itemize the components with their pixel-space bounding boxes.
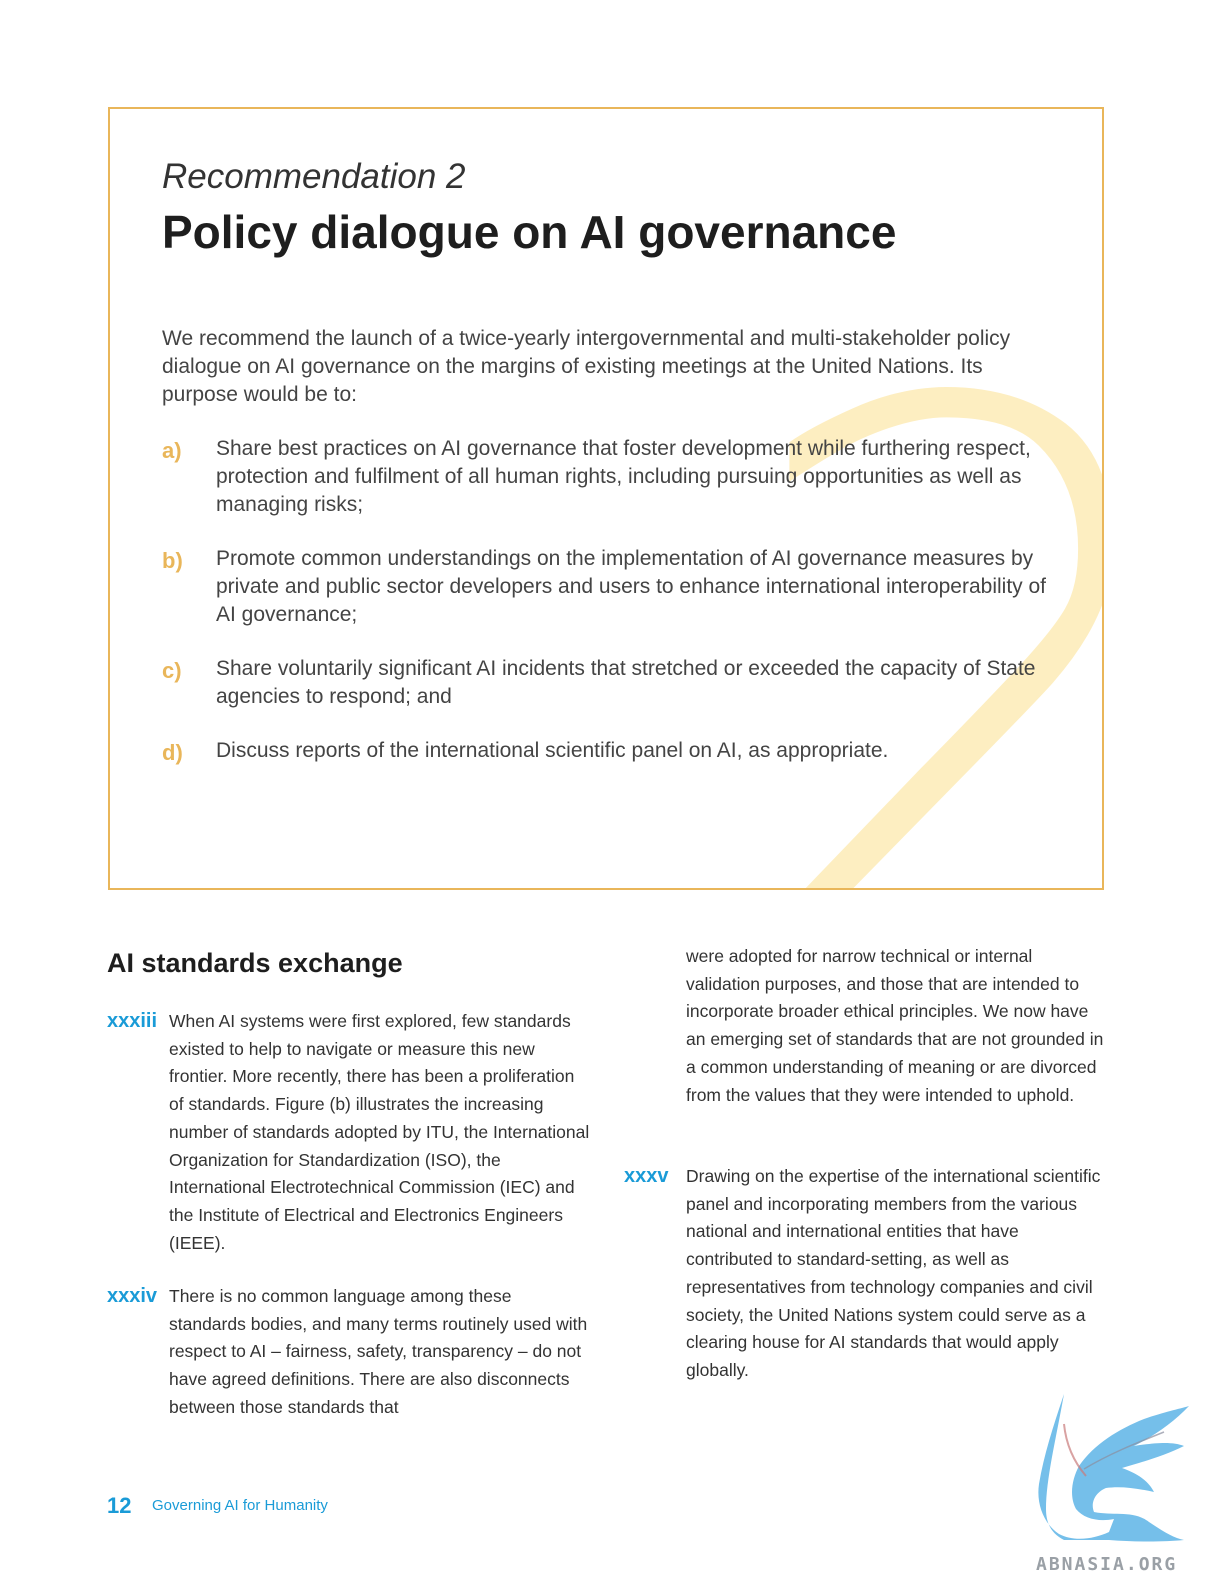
list-marker: b) — [162, 548, 183, 573]
list-item-text: Discuss reports of the international sci… — [216, 739, 889, 762]
list-item-text: Share voluntarily significant AI inciden… — [216, 657, 1036, 708]
paragraph-text: Drawing on the expertise of the internat… — [686, 1166, 1101, 1380]
recommendation-kicker: Recommendation 2 — [162, 157, 466, 196]
section-title: AI standards exchange — [107, 948, 403, 978]
list-item: d) Discuss reports of the international … — [162, 737, 1062, 765]
page-number: 12 — [107, 1493, 132, 1518]
paragraph-xxxiv: xxxiv There is no common language among … — [107, 1283, 593, 1422]
list-item-text: Share best practices on AI governance th… — [216, 437, 1031, 516]
list-marker: c) — [162, 658, 182, 683]
list-marker: d) — [162, 740, 183, 765]
watermark-text: ABNASIA.ORG — [1036, 1554, 1178, 1575]
recommendation-box: 2 Recommendation 2 Policy dialogue on AI… — [108, 107, 1104, 890]
paragraph-number: xxxiii — [107, 1010, 158, 1032]
griffin-icon — [1038, 1394, 1189, 1542]
list-marker: a) — [162, 438, 182, 463]
paragraph-xxxiv-continuation: were adopted for narrow technical or int… — [686, 946, 1104, 1105]
recommendation-list: a) Share best practices on AI governance… — [162, 435, 1062, 791]
list-item: a) Share best practices on AI governance… — [162, 435, 1062, 519]
paragraph-xxxv: xxxv Drawing on the expertise of the int… — [624, 1163, 1106, 1385]
recommendation-intro: We recommend the launch of a twice-yearl… — [162, 327, 1011, 406]
paragraph-number: xxxv — [624, 1165, 669, 1187]
paragraph-text: There is no common language among these … — [169, 1286, 588, 1417]
publication-title: Governing AI for Humanity — [152, 1497, 328, 1514]
paragraph-xxxiii: xxxiii When AI systems were first explor… — [107, 1008, 593, 1257]
paragraph-text: When AI systems were first explored, few… — [169, 1011, 590, 1253]
paragraph-number: xxxiv — [107, 1285, 158, 1307]
list-item: c) Share voluntarily significant AI inci… — [162, 655, 1062, 711]
list-item: b) Promote common understandings on the … — [162, 545, 1062, 629]
list-item-text: Promote common understandings on the imp… — [216, 547, 1047, 626]
recommendation-title: Policy dialogue on AI governance — [162, 206, 897, 258]
